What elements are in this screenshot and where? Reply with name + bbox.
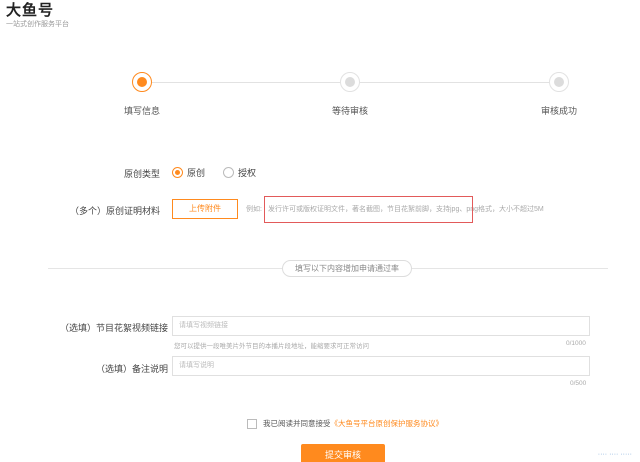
note-counter: 0/500 — [570, 380, 587, 387]
original-type-radio-group: 原创 授权 — [172, 166, 274, 179]
step-label: 等待审核 — [331, 106, 368, 116]
radio-authorized[interactable]: 授权 — [223, 166, 256, 179]
logo[interactable]: 大鱼号 一站式创作服务平台 — [6, 2, 69, 29]
divider-label: 填写以下内容增加申请通过率 — [282, 260, 412, 277]
agreement-row: 我已阅读并同意接受 《大鱼号平台原创保护服务协议》 — [247, 418, 443, 429]
proof-material-label: （多个）原创证明材料 — [69, 206, 160, 216]
radio-checked-icon[interactable] — [172, 167, 183, 178]
progress-steps: 填写信息 等待审核 审核成功 — [0, 72, 640, 122]
step-label: 填写信息 — [123, 106, 160, 116]
highlight-box — [264, 196, 473, 223]
video-link-input[interactable]: 请填写视频链接 — [172, 316, 590, 336]
step-review-success: 审核成功 — [519, 72, 599, 117]
video-link-label: （选填）节目花絮视频链接 — [59, 323, 168, 333]
corner-link[interactable]: ···· ···· ····· — [598, 451, 632, 458]
radio-original[interactable]: 原创 — [172, 166, 205, 179]
agreement-link[interactable]: 《大鱼号平台原创保护服务协议》 — [331, 418, 444, 429]
original-type-label: 原创类型 — [123, 169, 160, 179]
video-link-counter: 0/1000 — [566, 340, 586, 347]
note-input[interactable]: 请填写说明 — [172, 356, 590, 376]
radio-label: 授权 — [238, 168, 257, 178]
step-fill-info: 填写信息 — [102, 72, 182, 117]
step-dot-icon — [340, 72, 360, 92]
agreement-text: 我已阅读并同意接受 — [263, 419, 331, 428]
step-dot-icon — [549, 72, 569, 92]
radio-unchecked-icon[interactable] — [223, 167, 235, 178]
note-label: （选填）备注说明 — [95, 364, 168, 374]
proof-hint-prefix: 例如: — [246, 206, 262, 213]
submit-review-button[interactable]: 提交审核 — [301, 444, 385, 462]
step-wait-review: 等待审核 — [310, 72, 390, 117]
upload-attachment-button[interactable]: 上传附件 — [172, 199, 238, 219]
video-link-hint: 您可以提供一段唯美片外节目的本播片段地址，能缩要求可正常访问 — [174, 343, 369, 350]
logo-subtitle: 一站式创作服务平台 — [6, 21, 69, 28]
radio-label: 原创 — [187, 168, 206, 178]
agreement-checkbox[interactable] — [247, 418, 257, 429]
step-dot-active-icon — [132, 72, 152, 92]
step-label: 审核成功 — [540, 106, 577, 116]
logo-title: 大鱼号 — [6, 2, 55, 19]
